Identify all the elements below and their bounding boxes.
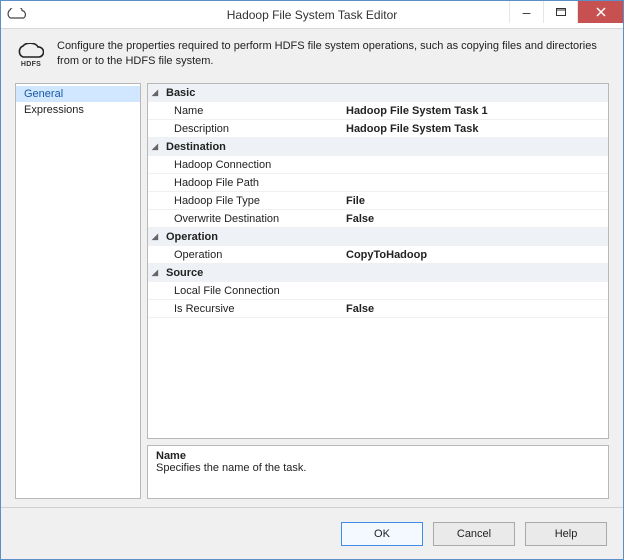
hdfs-icon bbox=[7, 8, 27, 21]
close-button[interactable] bbox=[577, 1, 623, 23]
header-description: Configure the properties required to per… bbox=[57, 39, 609, 69]
help-text: Specifies the name of the task. bbox=[156, 462, 600, 474]
category-label: Source bbox=[162, 264, 342, 281]
property-label: Hadoop Connection bbox=[162, 156, 342, 173]
close-icon bbox=[596, 7, 606, 17]
footer: OK Cancel Help bbox=[1, 507, 623, 559]
property-row[interactable]: Hadoop File Type File bbox=[148, 192, 608, 210]
category-destination[interactable]: ◢ Destination bbox=[148, 138, 608, 156]
collapse-icon: ◢ bbox=[152, 264, 158, 282]
help-box: Name Specifies the name of the task. bbox=[147, 445, 609, 499]
property-label: Description bbox=[162, 120, 342, 137]
property-value[interactable] bbox=[342, 282, 608, 299]
property-value[interactable]: Hadoop File System Task bbox=[342, 120, 608, 137]
app-icon bbox=[7, 5, 27, 25]
category-label: Destination bbox=[162, 138, 342, 155]
dialog-body: General Expressions ◢ Basic Name Hadoop … bbox=[1, 77, 623, 507]
property-label: Operation bbox=[162, 246, 342, 263]
nav-item-expressions[interactable]: Expressions bbox=[16, 102, 140, 118]
property-label: Local File Connection bbox=[162, 282, 342, 299]
property-row[interactable]: Hadoop Connection bbox=[148, 156, 608, 174]
cancel-button[interactable]: Cancel bbox=[433, 522, 515, 546]
maximize-button[interactable] bbox=[543, 1, 577, 23]
collapse-icon: ◢ bbox=[152, 84, 158, 102]
property-label: Hadoop File Type bbox=[162, 192, 342, 209]
maximize-icon bbox=[556, 8, 566, 16]
hdfs-icon bbox=[18, 43, 44, 61]
property-value[interactable]: False bbox=[342, 210, 608, 227]
dialog-window: Hadoop File System Task Editor – HDFS Co… bbox=[0, 0, 624, 560]
property-row[interactable]: Hadoop File Path bbox=[148, 174, 608, 192]
property-row[interactable]: Overwrite Destination False bbox=[148, 210, 608, 228]
property-value[interactable] bbox=[342, 174, 608, 191]
property-value[interactable]: Hadoop File System Task 1 bbox=[342, 102, 608, 119]
collapse-icon: ◢ bbox=[152, 228, 158, 246]
header: HDFS Configure the properties required t… bbox=[1, 29, 623, 77]
ok-button[interactable]: OK bbox=[341, 522, 423, 546]
task-icon-label: HDFS bbox=[21, 61, 41, 68]
property-value[interactable]: CopyToHadoop bbox=[342, 246, 608, 263]
property-row[interactable]: Description Hadoop File System Task bbox=[148, 120, 608, 138]
property-label: Is Recursive bbox=[162, 300, 342, 317]
property-label: Hadoop File Path bbox=[162, 174, 342, 191]
help-button[interactable]: Help bbox=[525, 522, 607, 546]
property-row[interactable]: Name Hadoop File System Task 1 bbox=[148, 102, 608, 120]
collapse-icon: ◢ bbox=[152, 138, 158, 156]
property-pane: ◢ Basic Name Hadoop File System Task 1 D… bbox=[147, 83, 609, 499]
help-title: Name bbox=[156, 450, 600, 462]
minimize-button[interactable]: – bbox=[509, 1, 543, 23]
property-value[interactable] bbox=[342, 156, 608, 173]
nav-item-general[interactable]: General bbox=[16, 86, 140, 102]
category-source[interactable]: ◢ Source bbox=[148, 264, 608, 282]
window-controls: – bbox=[509, 1, 623, 23]
task-icon: HDFS bbox=[15, 39, 47, 71]
property-label: Name bbox=[162, 102, 342, 119]
category-label: Basic bbox=[162, 84, 342, 101]
category-label: Operation bbox=[162, 228, 342, 245]
property-label: Overwrite Destination bbox=[162, 210, 342, 227]
nav-list: General Expressions bbox=[15, 83, 141, 499]
property-grid: ◢ Basic Name Hadoop File System Task 1 D… bbox=[147, 83, 609, 439]
property-value[interactable]: False bbox=[342, 300, 608, 317]
property-row[interactable]: Is Recursive False bbox=[148, 300, 608, 318]
property-row[interactable]: Local File Connection bbox=[148, 282, 608, 300]
category-operation[interactable]: ◢ Operation bbox=[148, 228, 608, 246]
property-value[interactable]: File bbox=[342, 192, 608, 209]
category-basic[interactable]: ◢ Basic bbox=[148, 84, 608, 102]
property-row[interactable]: Operation CopyToHadoop bbox=[148, 246, 608, 264]
titlebar: Hadoop File System Task Editor – bbox=[1, 1, 623, 29]
